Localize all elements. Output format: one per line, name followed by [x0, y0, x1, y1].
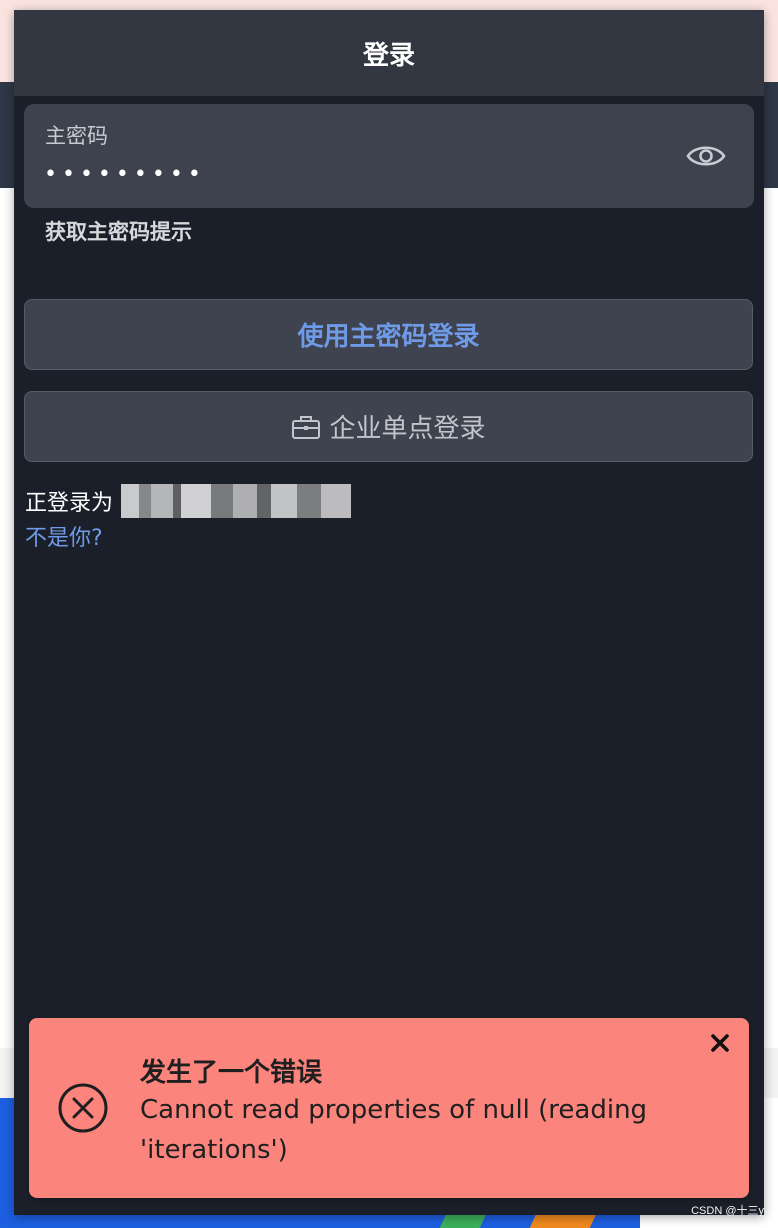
redacted-email [121, 484, 352, 518]
master-password-login-button[interactable]: 使用主密码登录 [24, 299, 753, 370]
error-circle-x-icon [58, 1083, 108, 1133]
close-icon[interactable] [709, 1032, 731, 1054]
logged-in-as-label: 正登录为 [25, 491, 114, 516]
eye-icon[interactable] [686, 142, 726, 170]
popup-header: 登录 [14, 10, 764, 96]
enterprise-sso-button[interactable]: 企业单点登录 [24, 391, 753, 462]
enterprise-sso-label: 企业单点登录 [329, 414, 486, 444]
not-you-link[interactable]: 不是你? [25, 520, 103, 552]
page-title: 登录 [362, 40, 415, 71]
master-password-input[interactable]: ••••••••• [44, 162, 206, 187]
master-password-login-label: 使用主密码登录 [297, 322, 480, 352]
error-toast[interactable]: 发生了一个错误 Cannot read properties of null (… [29, 1018, 749, 1198]
briefcase-icon [292, 415, 321, 439]
watermark: CSDN @十三y [691, 1205, 764, 1217]
toast-title: 发生了一个错误 [140, 1058, 323, 1088]
logged-in-as: 正登录为 [25, 484, 352, 518]
toast-message: Cannot read properties of null (reading … [140, 1095, 648, 1165]
master-password-field[interactable]: 主密码 ••••••••• [24, 104, 754, 208]
get-password-hint-link[interactable]: 获取主密码提示 [45, 216, 192, 246]
master-password-label: 主密码 [45, 124, 108, 148]
